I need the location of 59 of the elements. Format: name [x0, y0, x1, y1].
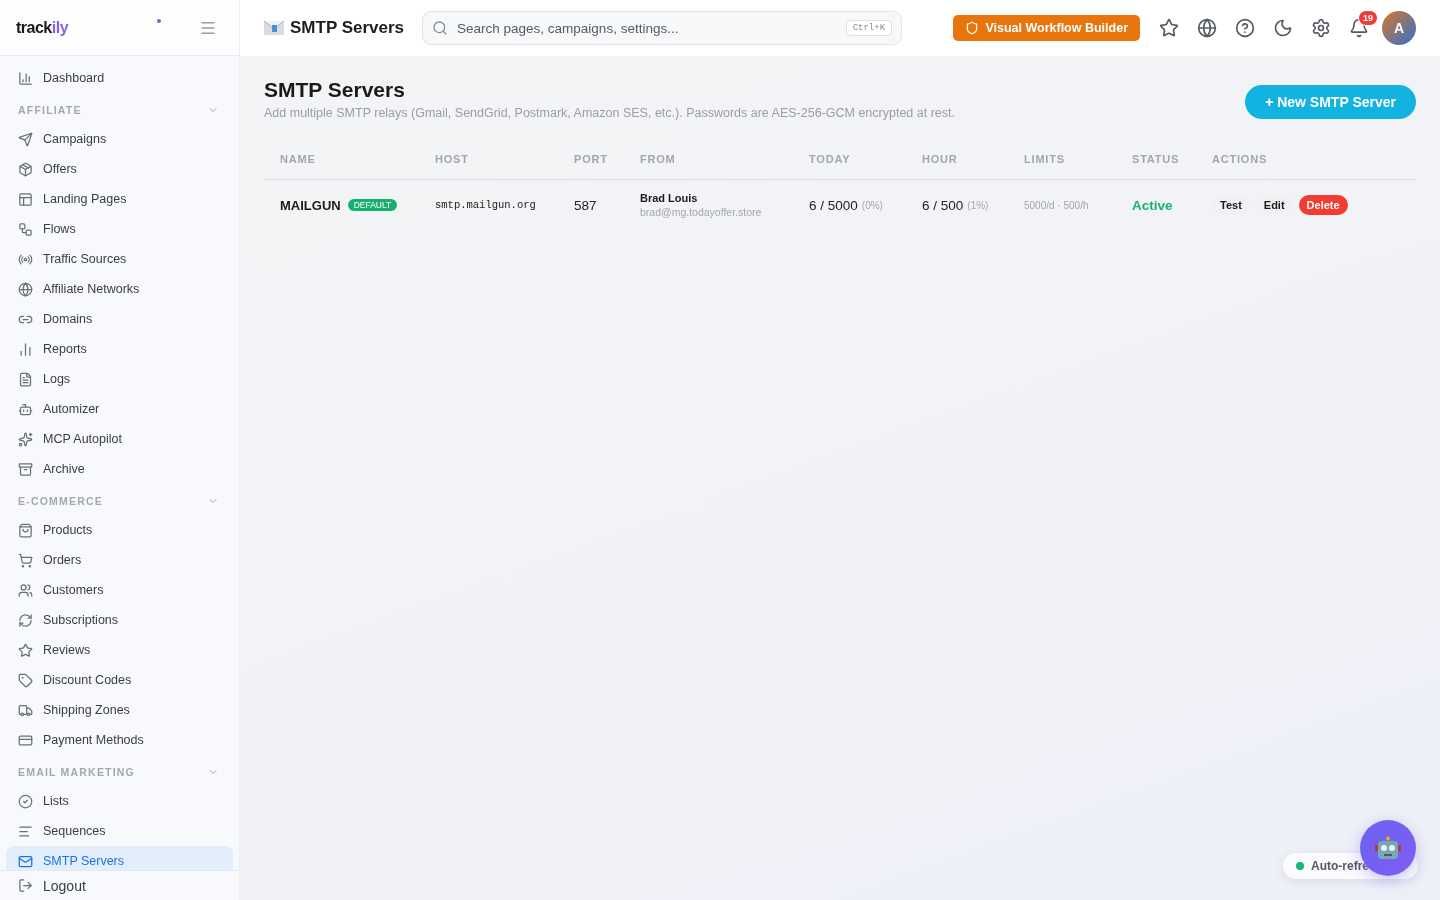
column-header: TODAY — [809, 152, 852, 165]
user-avatar[interactable]: A — [1382, 11, 1416, 45]
sidebar-item[interactable]: Shipping Zones — [6, 695, 233, 725]
sidebar-item[interactable]: Products — [6, 515, 233, 545]
sidebar-item[interactable]: Landing Pages — [6, 184, 233, 214]
sidebar-item[interactable]: Customers — [6, 575, 233, 605]
sidebar-item[interactable]: Offers — [6, 154, 233, 184]
default-badge: DEFAULT — [347, 199, 398, 211]
sidebar-item[interactable]: Campaigns — [6, 124, 233, 154]
action-button[interactable]: Test — [1212, 195, 1250, 215]
action-button[interactable]: Edit — [1255, 195, 1293, 215]
column-header: NAME — [280, 152, 317, 165]
status-text: Active — [1132, 197, 1173, 213]
sidebar-item[interactable]: Flows — [6, 214, 233, 244]
section-heading: AFFILIATE — [18, 103, 82, 116]
limits-cell: 5000/d · 500/h — [1024, 199, 1089, 211]
column-header: FROM — [640, 152, 677, 165]
sidebar-item[interactable]: Subscriptions — [6, 605, 233, 635]
sidebar-item[interactable]: MCP Autopilot — [6, 424, 233, 454]
host-cell: smtp.mailgun.org — [435, 199, 536, 211]
column-header: PORT — [574, 152, 609, 165]
today-count: 6 / 5000 — [809, 197, 858, 213]
sidebar-item[interactable]: Payment Methods — [6, 725, 233, 755]
page-title: SMTP Servers — [264, 18, 405, 38]
page-heading: SMTP Servers — [264, 78, 406, 102]
sidebar-item[interactable]: Archive — [6, 454, 233, 484]
app-logo[interactable]: trackily — [16, 18, 69, 37]
sender-email: brad@mg.todayoffer.store — [640, 206, 763, 218]
hour-percent: (1%) — [967, 199, 989, 211]
hour-count: 6 / 500 — [922, 197, 964, 213]
notification-count: 19 — [1358, 10, 1378, 26]
column-header: LIMITS — [1024, 152, 1066, 165]
sidebar-item[interactable]: Affiliate Networks — [6, 274, 233, 304]
column-header: HOST — [435, 152, 470, 165]
delete-button[interactable]: Delete — [1298, 195, 1348, 215]
sidebar-item[interactable]: Traffic Sources — [6, 244, 233, 274]
sidebar-item[interactable]: Logs — [6, 364, 233, 394]
today-percent: (0%) — [861, 199, 883, 211]
sender-name: Brad Louis — [640, 192, 699, 204]
page-description: Add multiple SMTP relays (Gmail, SendGrid, Postmark, Amazon SES, etc.). Passwords are AES-256-GCM encrypted at rest. — [264, 106, 955, 120]
section-heading: E-COMMERCE — [18, 494, 103, 507]
sidebar-item[interactable]: Lists — [6, 786, 233, 816]
sidebar-item[interactable]: Reviews — [6, 635, 233, 665]
column-header: ACTIONS — [1212, 152, 1269, 165]
sidebar-item[interactable]: Reports — [6, 334, 233, 364]
section-heading: EMAIL MARKETING — [18, 765, 135, 778]
column-header: HOUR — [922, 152, 959, 165]
sidebar-item[interactable]: SMTP Servers — [6, 846, 233, 870]
column-header: STATUS — [1132, 152, 1181, 165]
sidebar-item[interactable]: Automizer — [6, 394, 233, 424]
sidebar-item[interactable]: Domains — [6, 304, 233, 334]
port-cell: 587 — [574, 197, 597, 213]
logout-item[interactable]: Logout — [6, 870, 86, 900]
sidebar-item[interactable]: Dashboard — [6, 63, 233, 93]
shortcut-hint: Ctrl+K — [845, 20, 893, 36]
sidebar-item[interactable]: Orders — [6, 545, 233, 575]
sidebar-item[interactable]: Sequences — [6, 816, 233, 846]
sidebar-item[interactable]: Discount Codes — [6, 665, 233, 695]
server-name: MAILGUN — [280, 197, 341, 213]
